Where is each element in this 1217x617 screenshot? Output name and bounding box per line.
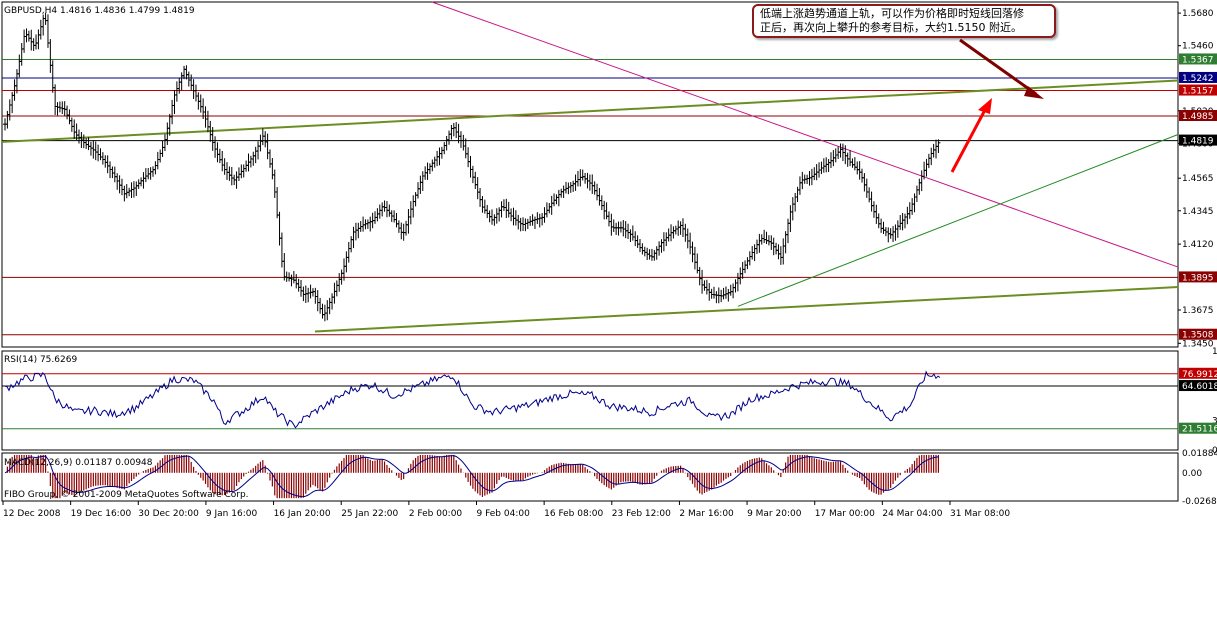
price-tick-label: 1.5680 [1182, 9, 1214, 19]
price-panel: 1.56801.54601.50201.48001.45651.43451.41… [1, 1, 1217, 349]
copyright-text: FIBO Group, © 2001-2009 MetaQuotes Softw… [4, 490, 249, 500]
rsi-level-label: 64.6018 [1182, 382, 1217, 392]
rsi-level-label: 76.9912 [1182, 370, 1217, 380]
annotation-box: 低端上涨趋势通道上轨，可以作为价格即时短线回落修 正后，再次向上攀升的参考目标，… [752, 4, 1056, 38]
time-tick-label: 9 Feb 04:00 [477, 509, 531, 519]
time-tick-label: 19 Dec 16:00 [71, 509, 132, 519]
macd-tick-label: 0.01884 [1182, 449, 1217, 459]
price-level-label: 1.3508 [1182, 331, 1214, 341]
symbol-header: GBPUSD,H4 1.4816 1.4836 1.4799 1.4819 [4, 6, 195, 16]
price-level-label: 1.5367 [1182, 55, 1214, 65]
time-tick-label: 9 Mar 20:00 [747, 509, 802, 519]
price-level-label: 1.3895 [1182, 273, 1214, 283]
price-level-label: 1.4985 [1182, 112, 1214, 122]
price-tick-label: 1.5460 [1182, 42, 1214, 52]
rsi-panel: 10030076.991264.601821.5116 RSI(14) 75.6… [1, 347, 1217, 456]
price-tick-label: 1.4565 [1182, 174, 1214, 184]
time-tick-label: 31 Mar 08:00 [950, 509, 1010, 519]
price-tick-label: 1.3450 [1182, 339, 1214, 349]
time-tick-label: 2 Mar 16:00 [679, 509, 734, 519]
rsi-header: RSI(14) 75.6269 [4, 355, 77, 365]
time-tick-label: 17 Mar 00:00 [815, 509, 875, 519]
annotation-line-1: 低端上涨趋势通道上轨，可以作为价格即时短线回落修 [760, 7, 1024, 20]
time-tick-label: 16 Feb 08:00 [544, 509, 603, 519]
time-tick-label: 12 Dec 2008 [3, 509, 61, 519]
macd-panel: 0.01884 0.00 -0.02685 MACD(12,26,9) 0.0118… [1, 449, 1217, 507]
time-tick-label: 24 Mar 04:00 [882, 509, 942, 519]
price-level-label: 1.4819 [1182, 137, 1214, 147]
price-tick-label: 1.3675 [1182, 306, 1214, 316]
macd-tick-label: -0.02685 [1182, 497, 1217, 507]
rsi-tick-label: 100 [1212, 347, 1217, 357]
time-tick-label: 9 Jan 16:00 [206, 509, 258, 519]
annotation-line-2: 正后，再次向上攀升的参考目标，大约1.5150 附近。 [760, 21, 1022, 34]
price-level-label: 1.5157 [1182, 87, 1214, 97]
price-tick-label: 1.4120 [1182, 240, 1214, 250]
macd-header: MACD(12,26,9) 0.01187 0.00948 [4, 458, 153, 468]
rsi-panel-frame [1, 350, 1179, 451]
price-level-label: 1.5242 [1182, 74, 1214, 84]
price-tick-label: 1.4345 [1182, 207, 1214, 217]
macd-tick-label: 0.00 [1182, 469, 1202, 479]
rsi-level-label: 21.5116 [1182, 425, 1217, 435]
time-tick-label: 30 Dec 20:00 [138, 509, 199, 519]
time-tick-label: 25 Jan 22:00 [341, 509, 398, 519]
chart-canvas: 1.56801.54601.50201.48001.45651.43451.41… [0, 0, 1217, 617]
time-tick-label: 2 Feb 00:00 [409, 509, 463, 519]
time-tick-label: 16 Jan 20:00 [274, 509, 331, 519]
time-tick-label: 23 Feb 12:00 [612, 509, 671, 519]
